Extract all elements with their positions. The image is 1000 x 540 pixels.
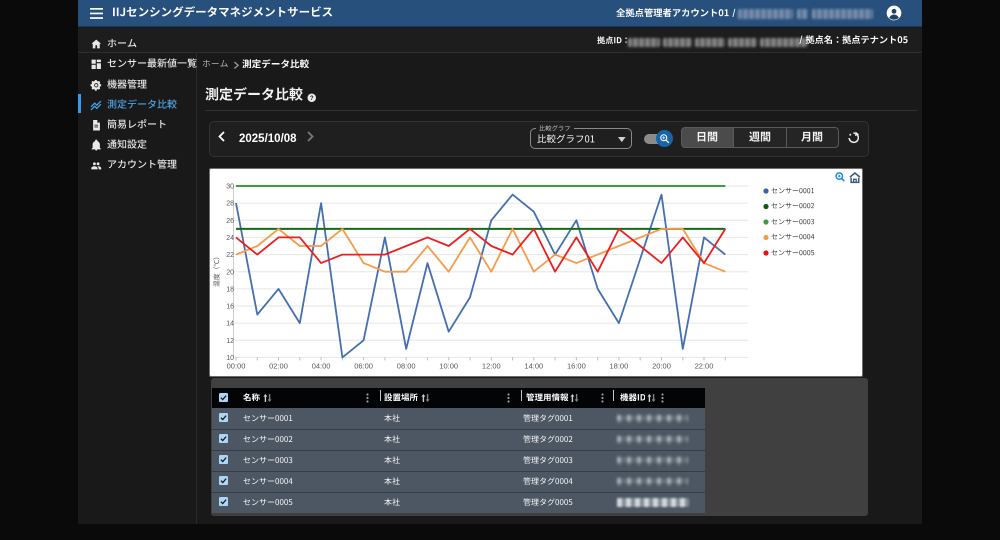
svg-text:08:00: 08:00: [397, 361, 416, 370]
svg-text:22:00: 22:00: [695, 361, 714, 370]
svg-text:20:00: 20:00: [652, 361, 671, 370]
svg-text:30: 30: [226, 184, 234, 191]
svg-text:10:00: 10:00: [439, 361, 458, 370]
svg-text:16:00: 16:00: [567, 361, 586, 370]
svg-text:00:00: 00:00: [227, 361, 246, 370]
svg-text:12:00: 12:00: [482, 361, 501, 370]
svg-text:18:00: 18:00: [610, 361, 629, 370]
svg-text:26: 26: [226, 218, 234, 225]
svg-text:04:00: 04:00: [312, 361, 331, 370]
svg-text:28: 28: [226, 201, 234, 208]
svg-text:20: 20: [226, 269, 234, 276]
svg-text:14: 14: [226, 321, 234, 328]
svg-text:22: 22: [226, 252, 234, 259]
svg-text:06:00: 06:00: [354, 361, 373, 370]
svg-text:16: 16: [226, 304, 234, 311]
svg-text:14:00: 14:00: [524, 361, 543, 370]
svg-text:12: 12: [226, 338, 234, 345]
svg-text:?: ?: [310, 94, 314, 101]
svg-text:02:00: 02:00: [269, 361, 288, 370]
svg-text:24: 24: [226, 235, 234, 242]
svg-text:18: 18: [226, 287, 234, 294]
